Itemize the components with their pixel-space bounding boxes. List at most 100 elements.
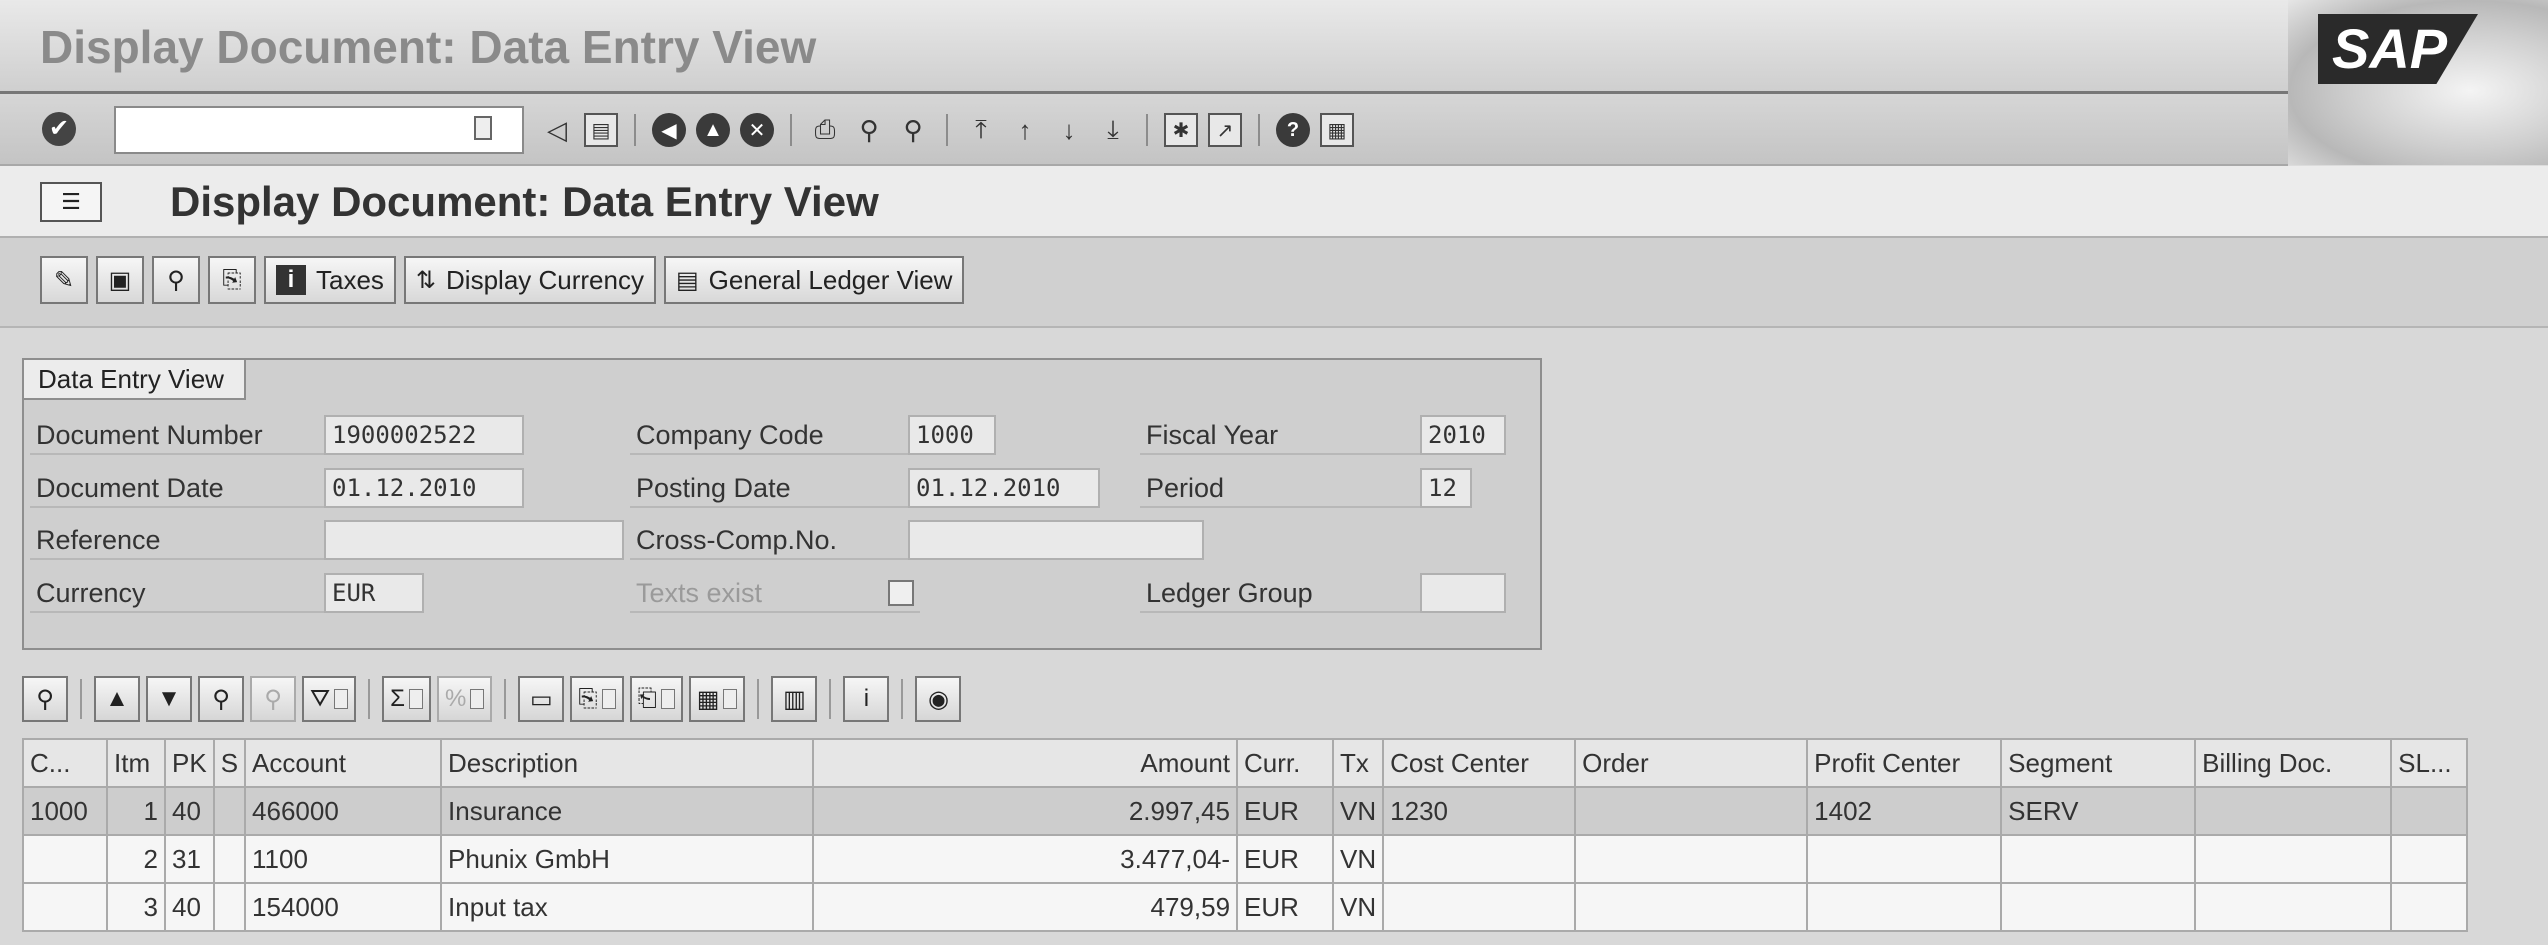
- shortcut-icon[interactable]: ↗: [1208, 113, 1242, 147]
- info-icon: i: [276, 265, 306, 295]
- sort-descending-button[interactable]: ▼: [146, 676, 192, 722]
- details-button[interactable]: ⚲: [22, 676, 68, 722]
- table-row[interactable]: 3 40 154000 Input tax 479,59 EUR VN: [22, 882, 2469, 932]
- period-field[interactable]: 12: [1420, 468, 1472, 508]
- sort-ascending-button[interactable]: ▲: [94, 676, 140, 722]
- back-arrow-icon[interactable]: ◁: [540, 113, 574, 147]
- screen-title-bar: ☰ Display Document: Data Entry View: [0, 166, 2548, 238]
- enter-icon[interactable]: ✔: [42, 112, 76, 146]
- display-overview-button[interactable]: ⎘: [208, 256, 256, 304]
- find-next-icon[interactable]: ⚲: [896, 113, 930, 147]
- help-icon[interactable]: ?: [1276, 113, 1310, 147]
- col-header-pk[interactable]: PK: [164, 738, 215, 788]
- ledger-group-field[interactable]: [1420, 573, 1506, 613]
- total-button[interactable]: Σ: [382, 676, 432, 722]
- sum-icon: Σ: [390, 685, 406, 712]
- col-header-profit-center[interactable]: Profit Center: [1806, 738, 2003, 788]
- toolbar-separator: [1146, 114, 1148, 146]
- col-header-sl[interactable]: SL...: [2390, 738, 2469, 788]
- save-icon[interactable]: ▤: [584, 113, 618, 147]
- back-icon[interactable]: ◀: [652, 113, 686, 147]
- cell-profit-center: [1806, 882, 2003, 932]
- window-title: Display Document: Data Entry View: [40, 21, 817, 73]
- texts-exist-checkbox[interactable]: [888, 580, 914, 606]
- cross-comp-field[interactable]: [908, 520, 1204, 560]
- print-preview-button[interactable]: ▭: [518, 676, 565, 722]
- cancel-icon[interactable]: ✕: [740, 113, 774, 147]
- binoculars-icon: ⚲: [212, 685, 230, 713]
- cross-comp-label: Cross-Comp.No.: [630, 520, 920, 560]
- first-page-icon[interactable]: ⤒: [964, 113, 998, 147]
- display-currency-button[interactable]: ⇅ Display Currency: [403, 256, 656, 304]
- col-header-order[interactable]: Order: [1574, 738, 1809, 788]
- col-header-itm[interactable]: Itm: [106, 738, 166, 788]
- next-page-icon[interactable]: ↓: [1052, 113, 1086, 147]
- posting-date-label: Posting Date: [630, 468, 920, 508]
- table-row[interactable]: 2 31 1100 Phunix GmbH 3.477,04- EUR VN: [22, 834, 2469, 884]
- print-icon[interactable]: ⎙: [808, 113, 842, 147]
- toolbar-separator: [1258, 114, 1260, 146]
- cell-segment: SERV: [2000, 786, 2197, 836]
- last-page-icon[interactable]: ⤓: [1096, 113, 1130, 147]
- export-button[interactable]: ⎗: [629, 676, 683, 722]
- application-toolbar: ✎ ▣ ⚲ ⎘ i Taxes ⇅ Display Currency ▤ Gen…: [0, 238, 2548, 328]
- standard-toolbar: ✔ ◁ ▤ ◀ ▲ ✕ ⎙ ⚲ ⚲ ⤒ ↑ ↓ ⤓ ✱ ↗ ? ▦: [0, 94, 2288, 166]
- col-header-cost-center[interactable]: Cost Center: [1382, 738, 1577, 788]
- display-detail-button[interactable]: ⚲: [152, 256, 200, 304]
- currency-field[interactable]: EUR: [324, 573, 424, 613]
- command-history-dropdown[interactable]: [474, 116, 492, 140]
- col-header-tx[interactable]: Tx: [1332, 738, 1385, 788]
- cell-amount: 479,59: [812, 882, 1239, 932]
- subtotal-button[interactable]: %: [437, 676, 493, 722]
- find-button[interactable]: ⚲: [198, 676, 244, 722]
- header-icon: ▣: [108, 266, 132, 294]
- find-icon[interactable]: ⚲: [852, 113, 886, 147]
- fiscal-year-field[interactable]: 2010: [1420, 415, 1506, 455]
- export-icon: ⎗: [637, 685, 657, 712]
- col-header-description[interactable]: Description: [440, 738, 815, 788]
- document-number-field[interactable]: 1900002522: [324, 415, 524, 455]
- customize-layout-icon[interactable]: ▦: [1320, 113, 1354, 147]
- exit-icon[interactable]: ▲: [696, 113, 730, 147]
- col-header-c[interactable]: C...: [22, 738, 108, 788]
- info-button[interactable]: i: [843, 676, 890, 722]
- cell-c: [22, 834, 108, 884]
- views-button[interactable]: ⎘: [570, 676, 624, 722]
- col-header-amount[interactable]: Amount: [812, 738, 1239, 788]
- layout-button[interactable]: ▦: [688, 676, 746, 722]
- abc-analysis-button[interactable]: ◉: [915, 676, 962, 722]
- toolbar-separator: [504, 679, 507, 719]
- edit-button[interactable]: ✎: [40, 256, 88, 304]
- col-header-s[interactable]: S: [212, 738, 247, 788]
- find-next-button[interactable]: ⚲: [250, 676, 296, 722]
- cell-pk: 31: [164, 834, 215, 884]
- table-row[interactable]: 1000 1 40 466000 Insurance 2.997,45 EUR …: [22, 786, 2469, 836]
- screen-menu-icon[interactable]: ☰: [40, 182, 102, 222]
- cell-tx: VN: [1332, 834, 1385, 884]
- document-header-button[interactable]: ▣: [96, 256, 144, 304]
- filter-button[interactable]: ⛛: [302, 676, 357, 722]
- cell-billing-doc: [2194, 882, 2393, 932]
- reference-field[interactable]: [324, 520, 624, 560]
- col-header-billing-doc[interactable]: Billing Doc.: [2194, 738, 2393, 788]
- document-date-field[interactable]: 01.12.2010: [324, 468, 524, 508]
- new-session-icon[interactable]: ✱: [1164, 113, 1198, 147]
- posting-date-field[interactable]: 01.12.2010: [908, 468, 1100, 508]
- previous-page-icon[interactable]: ↑: [1008, 113, 1042, 147]
- general-ledger-view-label: General Ledger View: [708, 264, 953, 295]
- taxes-button[interactable]: i Taxes: [264, 256, 396, 304]
- window-title-bar: Display Document: Data Entry View: [0, 0, 2548, 94]
- col-header-segment[interactable]: Segment: [2000, 738, 2197, 788]
- reference-label: Reference: [30, 520, 330, 560]
- graphic-button[interactable]: ▥: [771, 676, 818, 722]
- standard-toolbar-icons: ◁ ▤ ◀ ▲ ✕ ⎙ ⚲ ⚲ ⤒ ↑ ↓ ⤓ ✱ ↗ ? ▦: [540, 108, 1354, 152]
- general-ledger-view-button[interactable]: ▤ General Ledger View: [663, 256, 965, 304]
- col-header-account[interactable]: Account: [244, 738, 443, 788]
- company-code-field[interactable]: 1000: [908, 415, 996, 455]
- sap-logo-area: SAP: [2288, 0, 2548, 165]
- main-area: Data Entry View Document Number 19000025…: [0, 328, 2548, 945]
- col-header-curr[interactable]: Curr.: [1236, 738, 1335, 788]
- command-field[interactable]: [114, 106, 524, 154]
- cell-segment: [2000, 834, 2197, 884]
- pencil-icon: ✎: [53, 266, 75, 294]
